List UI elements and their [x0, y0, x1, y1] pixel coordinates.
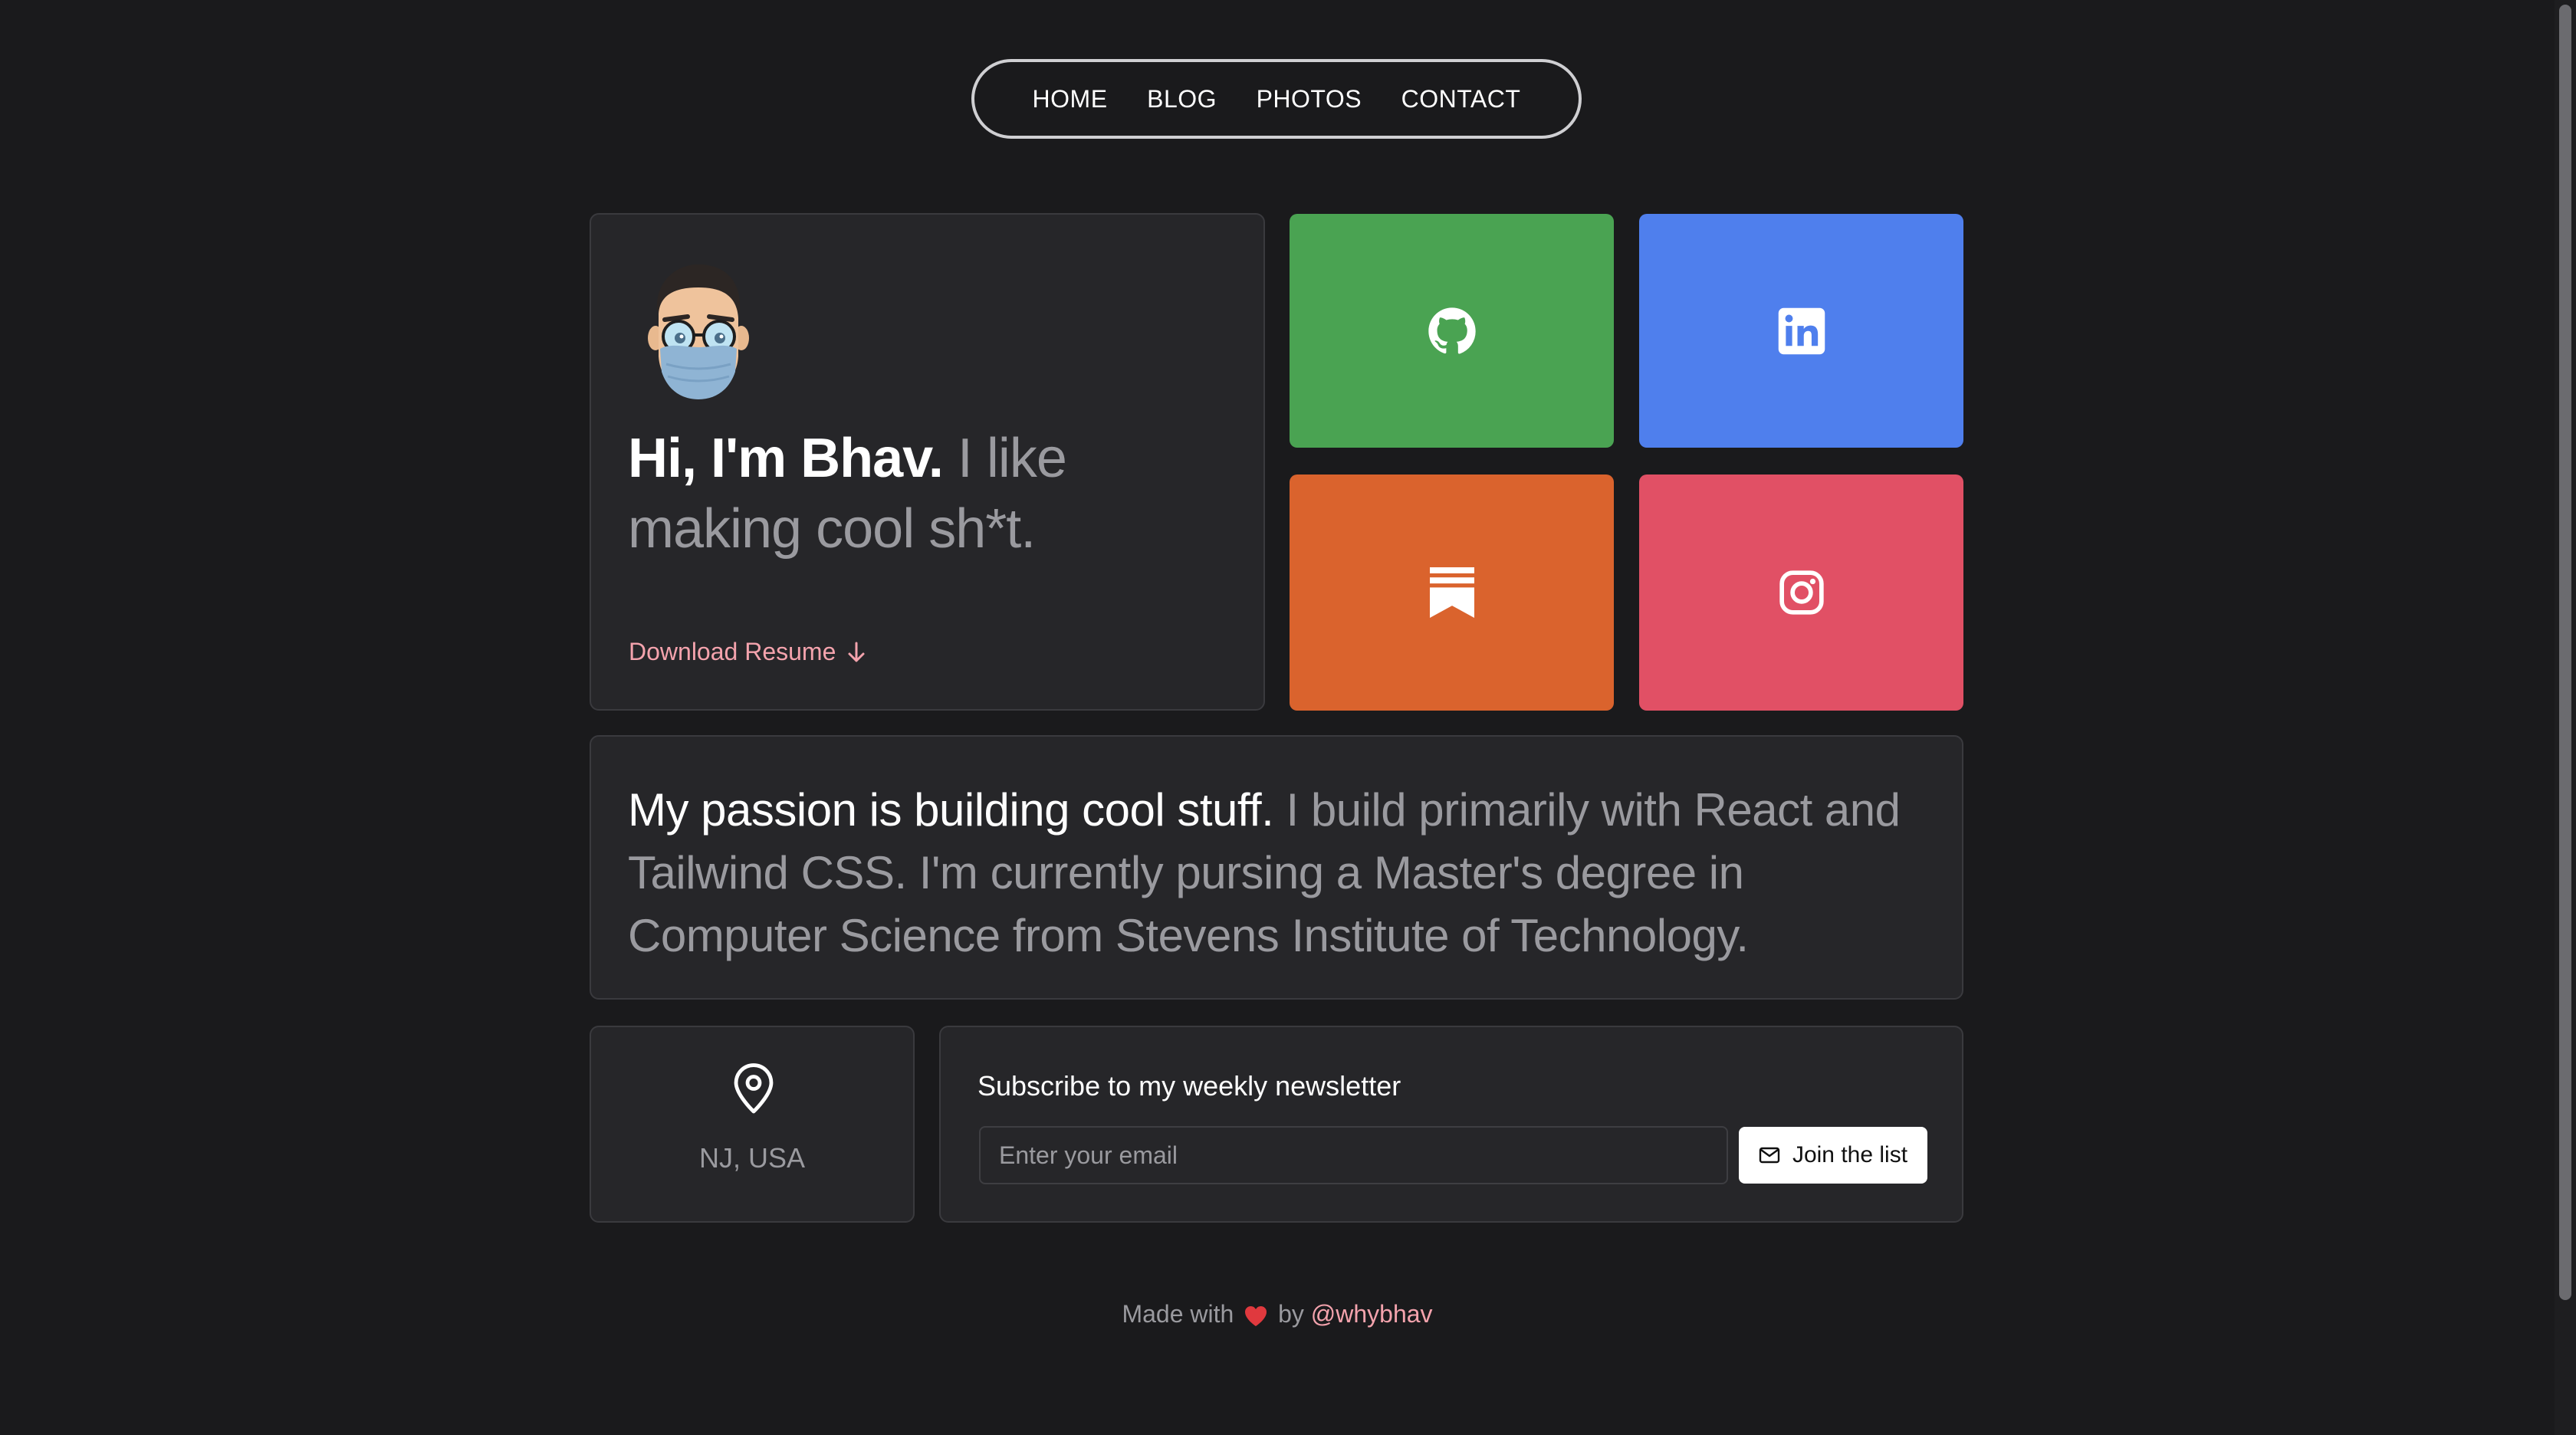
footer-prefix: Made with	[1122, 1300, 1234, 1328]
footer: Made with by @whybhav	[0, 1300, 2555, 1328]
github-icon	[1428, 307, 1476, 354]
heart-icon	[1245, 1305, 1267, 1326]
intro-card: Hi, I'm Bhav. I like making cool sh*t. D…	[590, 213, 1265, 711]
top-nav: HOME BLOG PHOTOS CONTACT	[971, 59, 1582, 139]
substack-tile[interactable]	[1290, 475, 1614, 711]
location-card: NJ, USA	[590, 1026, 915, 1223]
instagram-tile[interactable]	[1639, 475, 1963, 711]
passion-card: My passion is building cool stuff. I bui…	[590, 735, 1963, 1000]
location-text: NJ, USA	[698, 1142, 806, 1174]
newsletter-title: Subscribe to my weekly newsletter	[978, 1070, 1401, 1102]
download-resume-link[interactable]: Download Resume	[629, 638, 866, 666]
newsletter-card: Subscribe to my weekly newsletter Join t…	[939, 1026, 1963, 1223]
arrow-down-icon	[848, 642, 865, 662]
intro-heading-strong: Hi, I'm Bhav.	[628, 428, 944, 489]
linkedin-tile[interactable]	[1639, 214, 1963, 448]
email-input[interactable]	[979, 1126, 1728, 1184]
mail-icon	[1759, 1147, 1780, 1164]
footer-middle: by	[1278, 1300, 1304, 1328]
scrollbar-thumb[interactable]	[2559, 5, 2571, 1300]
passion-text-strong: My passion is building cool stuff.	[628, 784, 1274, 836]
linkedin-icon	[1778, 307, 1825, 354]
nav-item-blog[interactable]: BLOG	[1147, 85, 1217, 113]
github-tile[interactable]	[1290, 214, 1614, 448]
intro-heading: Hi, I'm Bhav. I like making cool sh*t.	[628, 423, 1180, 564]
memoji-avatar-icon	[648, 264, 749, 399]
passion-text: My passion is building cool stuff. I bui…	[628, 779, 1931, 967]
nav-item-contact[interactable]: CONTACT	[1401, 85, 1521, 113]
map-pin-icon	[734, 1063, 774, 1114]
page: HOME BLOG PHOTOS CONTACT Hi, I'm Bhav. I…	[0, 0, 2576, 1435]
nav-item-photos[interactable]: PHOTOS	[1257, 85, 1362, 113]
join-list-label: Join the list	[1792, 1142, 1908, 1167]
substack-icon	[1429, 567, 1474, 618]
join-list-button[interactable]: Join the list	[1739, 1127, 1927, 1184]
footer-handle-link[interactable]: @whybhav	[1311, 1300, 1433, 1328]
download-resume-label: Download Resume	[629, 638, 836, 665]
nav-item-home[interactable]: HOME	[1033, 85, 1108, 113]
instagram-icon	[1779, 570, 1824, 615]
